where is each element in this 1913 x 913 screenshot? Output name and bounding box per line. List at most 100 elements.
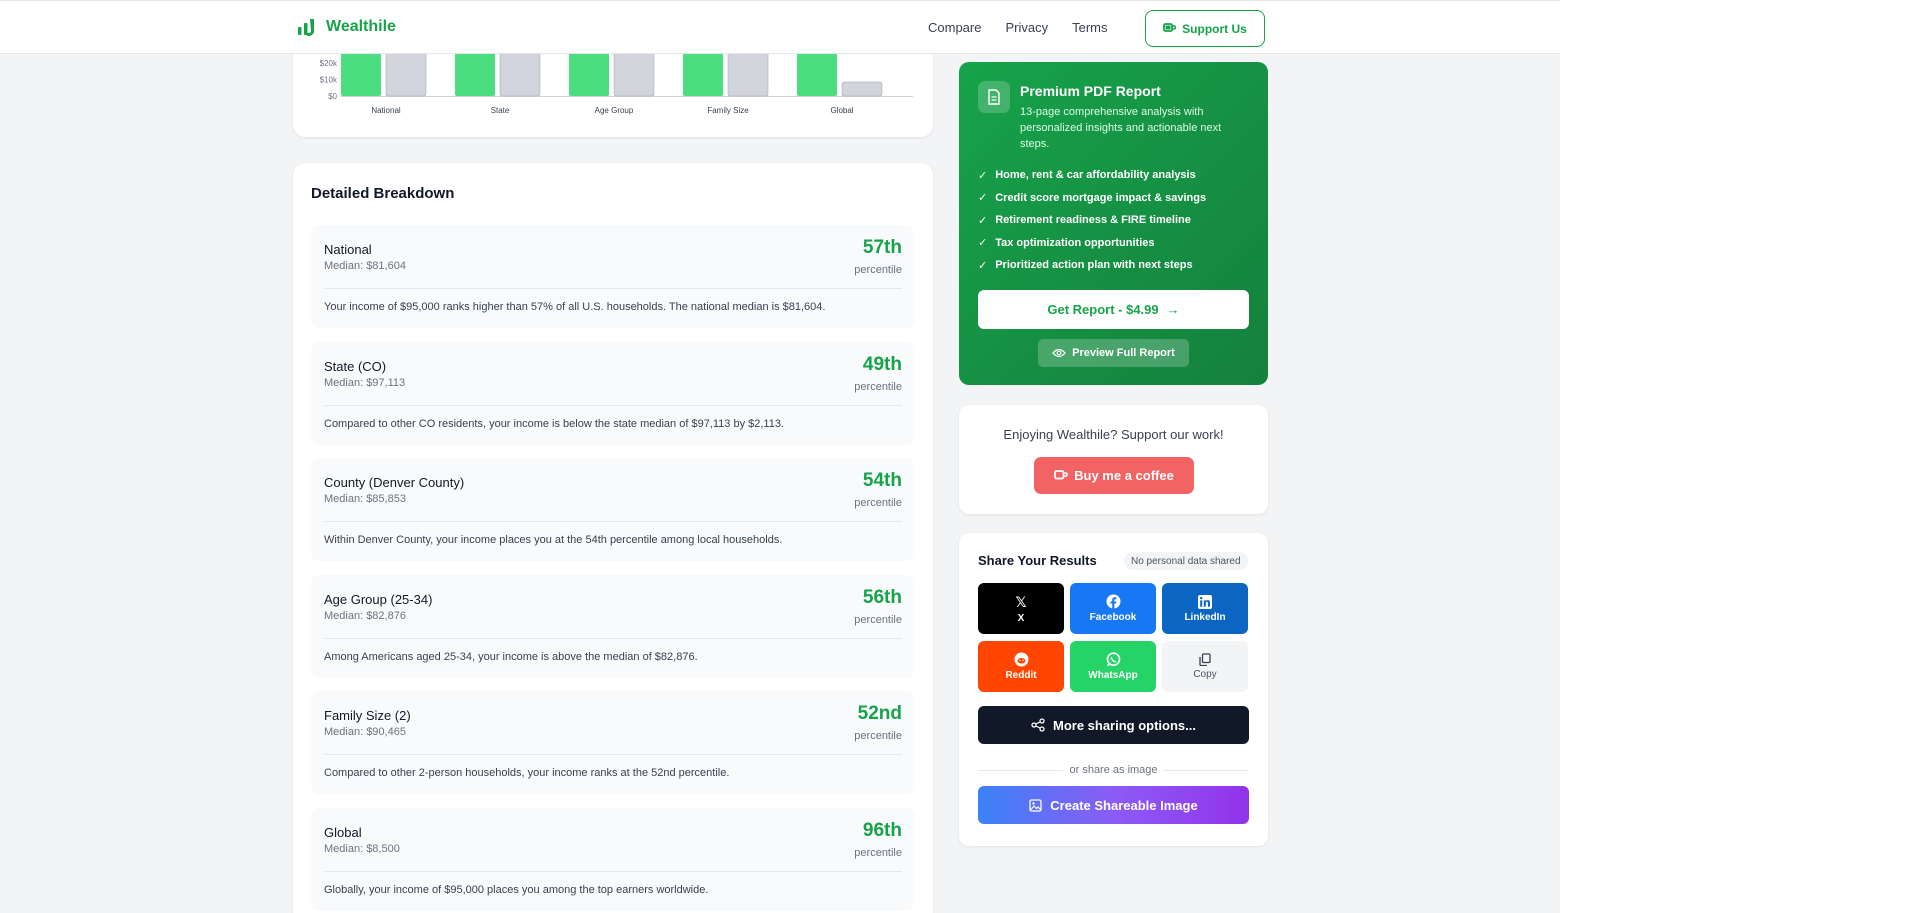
check-icon: ✓ xyxy=(978,192,988,205)
row-name: Age Group (25-34) xyxy=(324,591,433,607)
row-percentile-label: percentile xyxy=(854,497,902,509)
feature-label: Tax optimization opportunities xyxy=(995,236,1155,249)
premium-title: Premium PDF Report xyxy=(1020,83,1161,99)
preview-report-button[interactable]: Preview Full Report xyxy=(1038,339,1189,367)
y-tick-label: $0 xyxy=(328,92,337,101)
preview-label: Preview Full Report xyxy=(1072,347,1175,359)
check-icon: ✓ xyxy=(978,237,988,250)
row-divider xyxy=(324,754,902,755)
row-name: State (CO) xyxy=(324,358,387,374)
copy-icon xyxy=(1199,653,1211,666)
row-description: Compared to other CO residents, your inc… xyxy=(324,417,785,430)
get-report-button[interactable]: Get Report - $4.99 → xyxy=(978,290,1249,329)
share-whatsapp-label: WhatsApp xyxy=(1088,670,1138,681)
x-category-label: State xyxy=(491,106,510,115)
share-reddit-label: Reddit xyxy=(1005,670,1037,681)
share-facebook-label: Facebook xyxy=(1089,612,1137,623)
share-whatsapp-button[interactable]: WhatsApp xyxy=(1070,641,1156,692)
breakdown-row: National Median: $81,604 57th percentile You… xyxy=(311,225,914,328)
row-percentile-label: percentile xyxy=(854,846,902,859)
row-percentile-label: percentile xyxy=(854,264,902,276)
top-navbar: Wealthile Compare Privacy Terms Support … xyxy=(0,0,1560,54)
nav-links: Compare Privacy Terms xyxy=(928,20,1107,35)
support-text: Enjoying Wealthile? Support our work! xyxy=(1003,427,1224,442)
row-percentile-rank: 56th xyxy=(862,586,902,608)
nav-link-compare[interactable]: Compare xyxy=(928,20,981,35)
support-us-button[interactable]: Support Us xyxy=(1145,10,1265,47)
check-icon: ✓ xyxy=(978,214,988,227)
row-percentile-label: percentile xyxy=(854,380,902,393)
logo-icon xyxy=(298,19,314,36)
breakdown-row: Family Size (2) Median: $90,465 52nd percen… xyxy=(311,691,914,794)
feature-item: ✓ Retirement readiness & FIRE timeline xyxy=(978,209,1206,232)
more-sharing-label: More sharing options... xyxy=(1052,717,1196,733)
row-description: Within Denver County, your income places… xyxy=(324,534,783,546)
row-percentile-rank: 54th xyxy=(862,470,902,491)
feature-label: Retirement readiness & FIRE timeline xyxy=(995,214,1191,227)
row-median: Median: $82,876 xyxy=(324,609,406,622)
share-reddit-button[interactable]: Reddit xyxy=(978,641,1064,692)
nav-link-privacy[interactable]: Privacy xyxy=(1005,20,1048,35)
share-title: Share Your Results xyxy=(978,553,1097,568)
check-icon: ✓ xyxy=(978,259,988,272)
create-image-button[interactable]: Create Shareable Image xyxy=(978,786,1249,824)
feature-item: ✓ Credit score mortgage impact & savings xyxy=(978,187,1206,210)
share-x-button[interactable]: 𝕏 X xyxy=(978,583,1064,634)
breakdown-row: County (Denver County) Median: $85,853 54t… xyxy=(311,458,914,561)
detailed-breakdown-card: Detailed Breakdown National Median: $81,6… xyxy=(293,163,933,913)
feature-label: Home, rent & car affordability analysis xyxy=(995,169,1196,182)
row-percentile-rank: 57th xyxy=(862,237,902,258)
x-category-label: Age Group xyxy=(595,106,634,115)
support-us-label: Support Us xyxy=(1182,21,1247,36)
more-sharing-button[interactable]: More sharing options... xyxy=(978,706,1249,744)
row-divider xyxy=(324,637,902,639)
whatsapp-icon xyxy=(1106,652,1120,667)
or-text: or share as image xyxy=(1069,764,1158,776)
row-description: Your income of $95,000 ranks higher than… xyxy=(324,301,826,313)
x-category-label: Family Size xyxy=(707,106,749,115)
share-card: Share Your Results No personal data shar… xyxy=(959,533,1268,846)
row-name: Global xyxy=(324,824,362,840)
breakdown-title: Detailed Breakdown xyxy=(311,185,455,202)
buy-coffee-button[interactable]: Buy me a coffee xyxy=(1034,457,1194,494)
feature-label: Credit score mortgage impact & savings xyxy=(995,191,1207,204)
get-report-label: Get Report - $4.99 xyxy=(1047,302,1159,317)
feature-item: ✓ Prioritized action plan with next steps xyxy=(978,254,1206,277)
row-median: Median: $81,604 xyxy=(324,260,406,272)
share-linkedin-label: LinkedIn xyxy=(1184,611,1226,623)
copy-label: Copy xyxy=(1193,669,1217,680)
or-divider: or share as image xyxy=(978,763,1250,777)
share-x-label: X xyxy=(1017,612,1025,624)
x-category-label: National xyxy=(371,106,401,115)
breakdown-row: State (CO) Median: $97,113 49th percentile C… xyxy=(311,341,914,445)
row-percentile-label: percentile xyxy=(854,730,902,742)
row-percentile-rank: 52nd xyxy=(857,703,902,724)
row-description: Among Americans aged 25-34, your income … xyxy=(324,650,698,663)
premium-feature-list: ✓ Home, rent & car affordability analysis… xyxy=(978,164,1206,277)
buy-coffee-label: Buy me a coffee xyxy=(1074,468,1174,483)
share-facebook-button[interactable]: Facebook xyxy=(1070,583,1156,634)
nav-link-terms[interactable]: Terms xyxy=(1072,20,1107,35)
divider-line xyxy=(1163,769,1250,771)
premium-report-card: Premium PDF Report 13-page comprehensive… xyxy=(959,62,1268,385)
feature-item: ✓ Home, rent & car affordability analysis xyxy=(978,164,1206,187)
image-icon xyxy=(1029,798,1042,812)
brand[interactable]: Wealthile xyxy=(296,17,396,37)
feature-item: ✓ Tax optimization opportunities xyxy=(978,232,1206,255)
eye-icon xyxy=(1052,348,1066,358)
coffee-icon xyxy=(1054,470,1068,480)
share-linkedin-button[interactable]: LinkedIn xyxy=(1162,583,1248,634)
create-image-label: Create Shareable Image xyxy=(1050,797,1198,813)
row-divider xyxy=(324,404,902,406)
document-icon xyxy=(978,81,1010,113)
copy-link-button[interactable]: Copy xyxy=(1162,641,1248,692)
row-divider xyxy=(324,288,902,289)
breakdown-row: Age Group (25-34) Median: $82,876 56th perc… xyxy=(311,574,914,678)
x-category-label: Global xyxy=(830,106,853,115)
row-median: Median: $90,465 xyxy=(324,726,406,738)
privacy-badge: No personal data shared xyxy=(1124,552,1248,570)
row-divider xyxy=(324,521,902,522)
row-name: Family Size (2) xyxy=(324,708,411,723)
feature-label: Prioritized action plan with next steps xyxy=(995,259,1193,272)
support-card: Enjoying Wealthile? Support our work! Bu… xyxy=(959,405,1268,514)
